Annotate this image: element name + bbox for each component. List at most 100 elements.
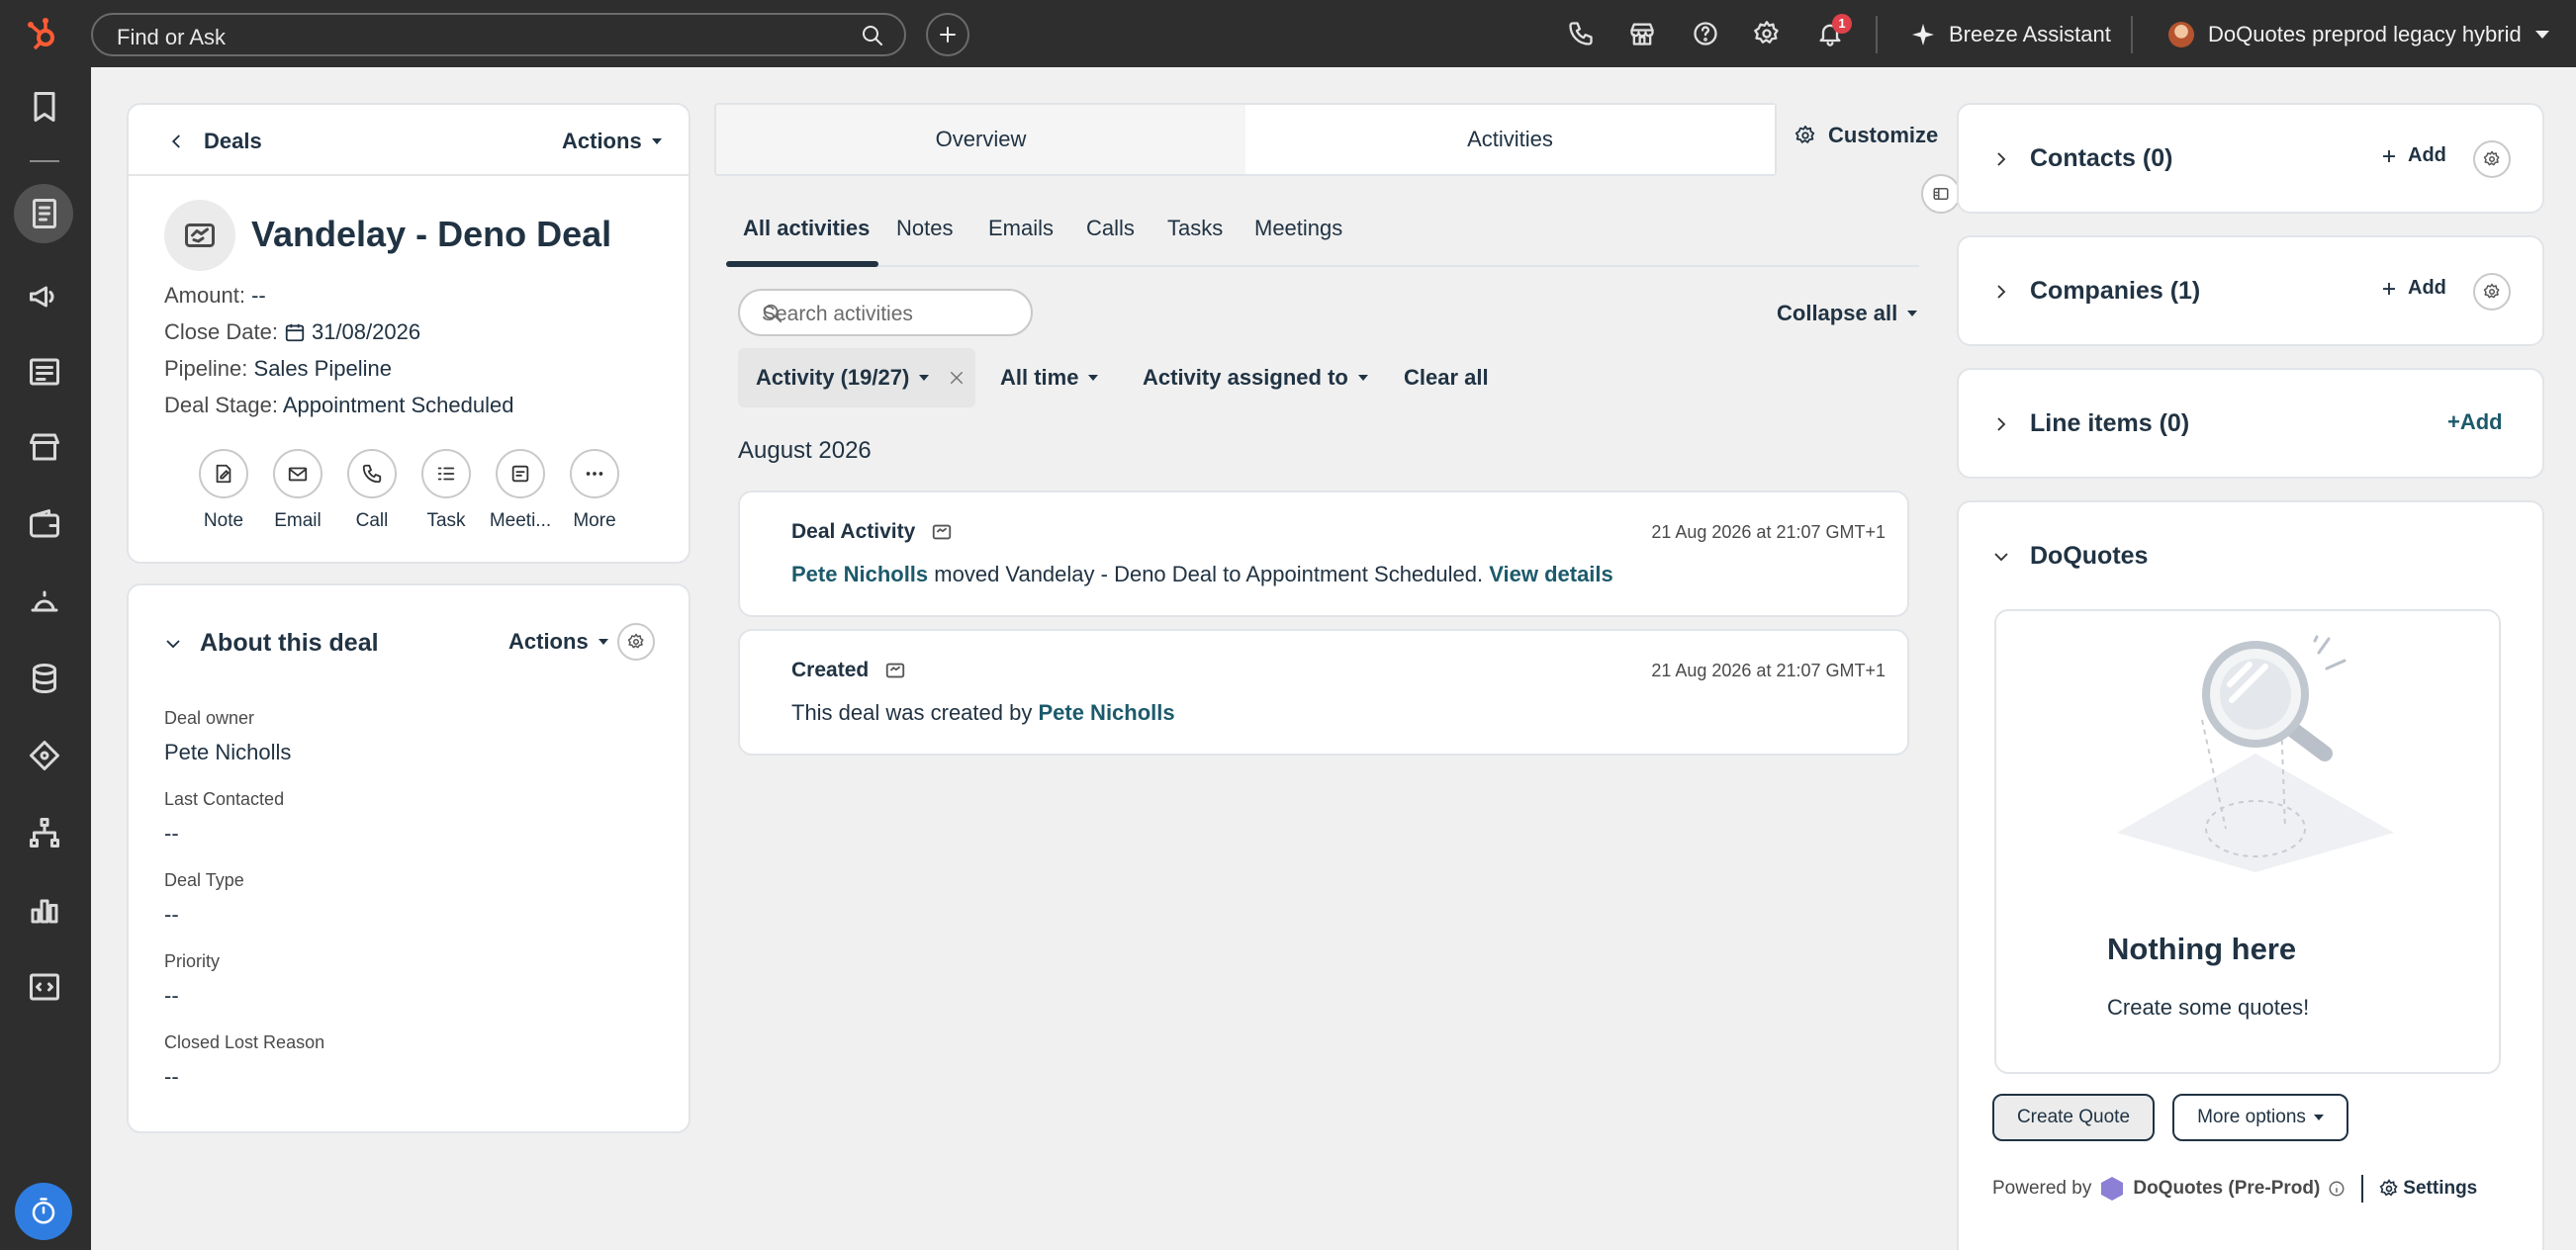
search-activities-input[interactable]: Search activities [738,289,1033,336]
add-label: Add [2408,277,2446,299]
call-icon [347,449,397,498]
subtab-divider [726,265,1919,267]
close-icon[interactable] [948,369,966,387]
more-options-button[interactable]: More options [2172,1094,2348,1141]
about-section-toggle[interactable]: About this deal [164,629,379,658]
collapse-all-dropdown[interactable]: Collapse all [1777,301,1918,326]
back-to-deals-link[interactable]: Deals [168,129,262,154]
add-contact-button[interactable]: Add [2380,144,2446,167]
breeze-assistant-button[interactable]: Breeze Assistant [1911,20,2111,49]
service-bell-icon[interactable] [27,583,62,619]
activity-card[interactable]: Created 21 Aug 2026 at 21:07 GMT+1 This … [738,629,1909,756]
deal-handshake-icon [164,200,235,271]
active-subtab-indicator [726,261,878,267]
create-quote-button[interactable]: Create Quote [1992,1094,2155,1141]
search-icon [861,24,884,47]
pipeline-value[interactable]: Sales Pipeline [254,356,392,381]
data-database-icon[interactable] [27,661,62,696]
add-company-button[interactable]: Add [2380,277,2446,300]
close-date-value[interactable]: 31/08/2026 [312,319,420,345]
deal-type-value[interactable]: -- [164,902,179,928]
reports-chart-icon[interactable] [27,892,62,928]
workflows-hierarchy-icon[interactable] [27,815,62,850]
create-new-button[interactable] [926,13,969,56]
view-details-link[interactable]: View details [1489,562,1613,586]
line-items-toggle[interactable]: Line items (0) [1992,409,2189,438]
breeze-assistant-label: Breeze Assistant [1949,22,2111,46]
account-menu[interactable]: DoQuotes preprod legacy hybrid [2168,20,2549,49]
subtab-meetings[interactable]: Meetings [1254,216,1342,241]
time-filter-dropdown[interactable]: All time [1000,365,1099,391]
email-icon [273,449,322,498]
activity-text: This deal was created by [791,700,1039,725]
global-search-input[interactable]: Find or Ask [91,13,906,56]
line-items-card: Line items (0) +Add [1957,368,2544,479]
back-label: Deals [204,129,262,153]
subtab-all-activities[interactable]: All activities [743,216,870,241]
hubspot-logo-icon[interactable] [24,14,63,53]
settings-label: Settings [2403,1178,2478,1199]
about-actions-dropdown[interactable]: Actions [508,629,608,655]
clear-all-button[interactable]: Clear all [1404,365,1489,391]
automation-diamond-icon[interactable] [27,738,62,773]
caret-down-icon [1357,375,1368,381]
closed-lost-reason-value[interactable]: -- [164,1064,179,1090]
tab-activities[interactable]: Activities [1245,105,1775,174]
subtab-emails[interactable]: Emails [988,216,1054,241]
companies-title: Companies (1) [2030,277,2201,305]
content-icon[interactable] [27,354,62,390]
phone-icon[interactable] [1567,20,1595,47]
marketplace-icon[interactable] [1628,20,1656,47]
timer-button[interactable] [15,1183,72,1240]
subtab-calls[interactable]: Calls [1086,216,1135,241]
assigned-filter-dropdown[interactable]: Activity assigned to [1143,365,1368,391]
amount-value[interactable]: -- [251,283,266,308]
priority-value[interactable]: -- [164,983,179,1009]
activity-type: Deal Activity [791,520,916,543]
contacts-record-icon[interactable] [27,196,62,231]
bookmark-icon[interactable] [27,89,62,125]
info-icon[interactable] [2328,1180,2346,1198]
month-heading: August 2026 [738,437,872,464]
deal-stage-value[interactable]: Appointment Scheduled [283,393,514,417]
companies-settings-button[interactable] [2473,273,2511,311]
customize-button[interactable]: Customize [1794,123,1938,148]
powered-by-footer: Powered by DoQuotes (Pre-Prod) Settings [1992,1175,2477,1203]
about-settings-button[interactable] [617,623,655,661]
marketing-megaphone-icon[interactable] [27,279,62,314]
last-contacted-value[interactable]: -- [164,821,179,847]
subtab-tasks[interactable]: Tasks [1167,216,1223,241]
footer-separator [2361,1175,2364,1203]
settings-gear-icon[interactable] [1753,20,1781,47]
collapse-all-label: Collapse all [1777,301,1898,325]
powered-by-label: Powered by [1992,1178,2092,1199]
companies-card: Companies (1) Add [1957,235,2544,346]
main-tabs: Overview Activities [714,103,1777,176]
subtab-notes[interactable]: Notes [896,216,953,241]
doquotes-settings-link[interactable]: Settings [2379,1178,2477,1200]
contacts-toggle[interactable]: Contacts (0) [1992,144,2172,173]
record-actions-dropdown[interactable]: Actions [562,129,662,154]
doquotes-toggle[interactable]: DoQuotes [1992,542,2148,571]
activity-timestamp: 21 Aug 2026 at 21:07 GMT+1 [1651,661,1886,680]
sidebar-toggle-button[interactable] [1921,174,1961,214]
tab-overview[interactable]: Overview [716,105,1245,174]
add-line-item-button[interactable]: +Add [2447,409,2503,435]
wallet-icon[interactable] [27,506,62,542]
account-name: DoQuotes preprod legacy hybrid [2208,22,2522,46]
companies-toggle[interactable]: Companies (1) [1992,277,2200,306]
deal-name-title: Vandelay - Deno Deal [251,214,612,254]
activity-card[interactable]: Deal Activity 21 Aug 2026 at 21:07 GMT+1… [738,491,1909,617]
caret-down-icon [919,375,930,381]
quick-action-more[interactable]: More [550,449,639,532]
activity-filter-chip[interactable]: Activity (19/27) [738,348,975,407]
header-divider [129,174,689,176]
actor-link[interactable]: Pete Nicholls [1038,700,1174,725]
deal-owner-value[interactable]: Pete Nicholls [164,740,291,765]
notification-badge: 1 [1832,14,1852,34]
contacts-settings-button[interactable] [2473,140,2511,178]
commerce-store-icon[interactable] [27,429,62,465]
development-code-icon[interactable] [27,969,62,1005]
help-icon[interactable] [1692,20,1719,47]
actor-link[interactable]: Pete Nicholls [791,562,928,586]
